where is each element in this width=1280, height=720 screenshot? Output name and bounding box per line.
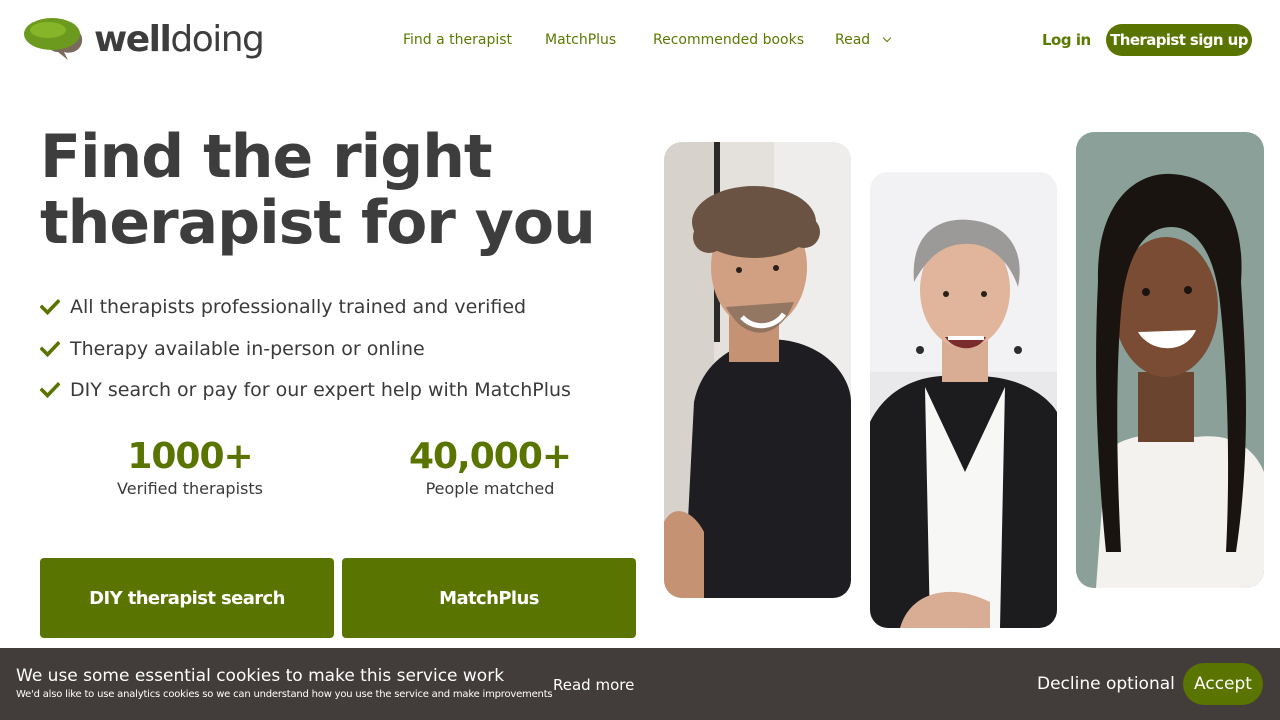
nav-read-label: Read xyxy=(835,32,871,48)
stat-verified-therapists: 1000+ Verified therapists xyxy=(100,436,280,500)
matchplus-button[interactable]: MatchPlus xyxy=(342,558,636,638)
feature-item: Therapy available in-person or online xyxy=(40,336,571,362)
speech-bubble-logo-icon xyxy=(24,16,86,62)
feature-text: Therapy available in-person or online xyxy=(70,338,425,360)
chevron-down-icon xyxy=(882,33,892,43)
nav-recommended-books[interactable]: Recommended books xyxy=(653,32,804,48)
stat-value: 40,000+ xyxy=(408,436,572,477)
cookie-accept-button[interactable]: Accept xyxy=(1183,663,1263,705)
cookie-read-more-link[interactable]: Read more xyxy=(553,676,634,694)
nav-read-dropdown[interactable]: Read xyxy=(835,32,892,48)
stat-value: 1000+ xyxy=(127,436,253,477)
stat-label: People matched xyxy=(425,479,555,498)
cookie-title: We use some essential cookies to make th… xyxy=(16,666,505,686)
checkmark-icon xyxy=(40,340,60,358)
logo-word-well: well xyxy=(94,18,172,60)
hero-title: Find the right therapist for you xyxy=(40,124,640,256)
feature-text: DIY search or pay for our expert help wi… xyxy=(70,379,571,401)
diy-therapist-search-button[interactable]: DIY therapist search xyxy=(40,558,334,638)
cookie-decline-button[interactable]: Decline optional xyxy=(1037,674,1175,694)
logo-wordmark: welldoing xyxy=(94,18,265,60)
stat-people-matched: 40,000+ People matched xyxy=(390,436,590,500)
welldoing-logo[interactable]: welldoing xyxy=(24,16,265,62)
therapist-photo-older-woman xyxy=(870,172,1057,628)
stat-label: Verified therapists xyxy=(117,479,263,498)
logo-word-doing: doing xyxy=(170,18,265,60)
feature-text: All therapists professionally trained an… xyxy=(70,296,527,318)
cookie-subtitle: We'd also like to use analytics cookies … xyxy=(16,689,553,700)
therapist-photo-young-woman xyxy=(1076,132,1264,588)
checkmark-icon xyxy=(40,381,60,399)
nav-find-therapist[interactable]: Find a therapist xyxy=(403,32,512,48)
login-link[interactable]: Log in xyxy=(1042,31,1091,49)
feature-list: All therapists professionally trained an… xyxy=(40,294,571,419)
hero-title-line2: therapist for you xyxy=(40,188,596,258)
feature-item: DIY search or pay for our expert help wi… xyxy=(40,377,571,403)
hero-title-line1: Find the right xyxy=(40,122,493,192)
therapist-photo-man xyxy=(664,142,851,598)
therapist-signup-button[interactable]: Therapist sign up xyxy=(1106,24,1252,56)
feature-item: All therapists professionally trained an… xyxy=(40,294,571,320)
nav-matchplus[interactable]: MatchPlus xyxy=(545,32,616,48)
stats-row: 1000+ Verified therapists 40,000+ People… xyxy=(40,436,640,506)
site-header: welldoing Find a therapist MatchPlus Rec… xyxy=(0,0,1280,82)
checkmark-icon xyxy=(40,298,60,316)
